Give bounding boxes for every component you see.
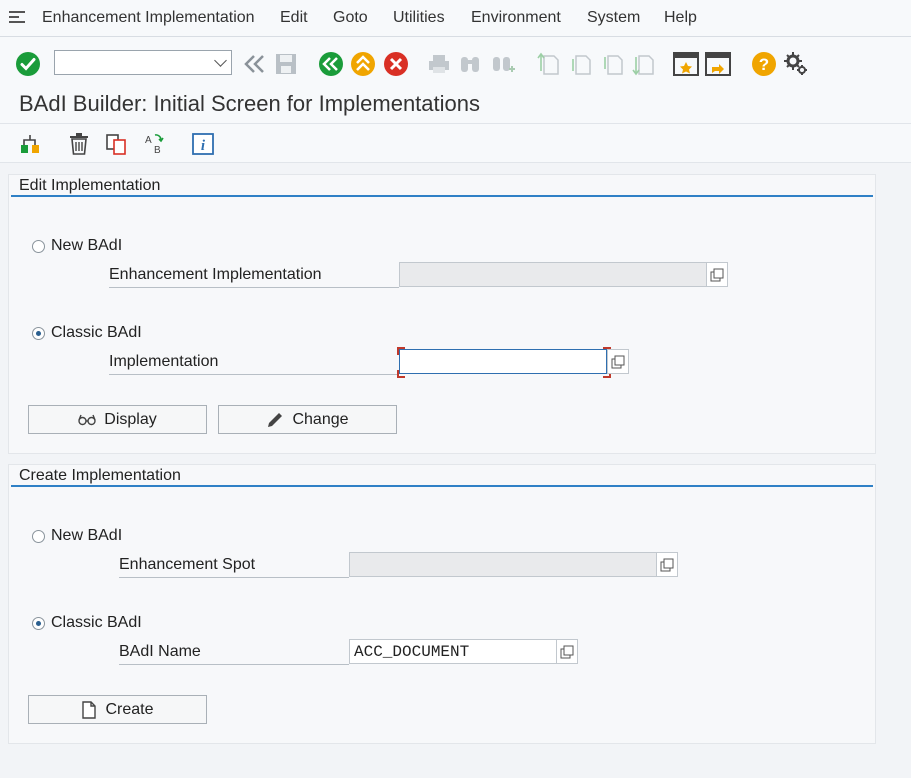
edit-new-badi-label: New BAdI [51, 237, 123, 254]
enhancement-implementation-field[interactable] [399, 262, 707, 287]
enhancement-spot-label: Enhancement Spot [119, 556, 349, 578]
create-new-badi-label: New BAdI [51, 527, 123, 544]
section-divider [11, 195, 873, 197]
focus-corner [397, 347, 405, 355]
radio-circle-selected[interactable] [32, 616, 45, 630]
pencil-icon [268, 412, 283, 427]
section-divider [11, 485, 873, 487]
command-field[interactable] [54, 50, 232, 75]
badi-name-field[interactable] [349, 639, 557, 664]
menu-goto[interactable]: Goto [333, 9, 368, 27]
edit-classic-badi-label: Classic BAdI [51, 324, 142, 341]
copy-icon[interactable] [104, 132, 130, 156]
change-button-label: Change [292, 410, 349, 428]
standard-toolbar: ? [0, 37, 911, 87]
enter-icon[interactable] [14, 50, 42, 78]
svg-text:?: ? [759, 55, 769, 74]
chevron-down-icon[interactable] [214, 54, 227, 67]
radio-circle[interactable] [32, 529, 45, 543]
display-button-label: Display [104, 410, 157, 428]
create-classic-badi-label: Classic BAdI [51, 614, 142, 631]
rename-icon[interactable]: AB [142, 132, 168, 156]
find-next-icon[interactable] [489, 50, 517, 78]
radio-circle[interactable] [32, 239, 45, 253]
shortcut-icon[interactable] [704, 50, 732, 78]
title-bar: BAdI Builder: Initial Screen for Impleme… [0, 87, 911, 124]
back-double-icon[interactable] [241, 50, 269, 78]
create-section-header: Create Implementation [19, 467, 181, 484]
new-document-icon [82, 700, 97, 719]
find-icon[interactable] [456, 50, 484, 78]
enhancement-implementation-label: Enhancement Implementation [109, 266, 399, 288]
focus-corner [397, 370, 405, 378]
page-title: BAdI Builder: Initial Screen for Impleme… [19, 91, 481, 116]
previous-page-icon[interactable] [566, 50, 594, 78]
change-button[interactable]: Change [218, 405, 397, 434]
menu-bar: Enhancement Implementation Edit Goto Uti… [0, 0, 911, 37]
svg-text:A: A [145, 135, 152, 146]
badi-name-label: BAdI Name [119, 643, 349, 665]
value-help-icon[interactable] [656, 552, 678, 577]
menu-enhancement-implementation[interactable]: Enhancement Implementation [42, 9, 255, 27]
next-page-icon[interactable] [598, 50, 626, 78]
implementation-label: Implementation [109, 353, 399, 375]
svg-text:B: B [154, 145, 161, 156]
help-icon[interactable]: ? [750, 50, 778, 78]
back-icon[interactable] [317, 50, 345, 78]
last-page-icon[interactable] [629, 50, 657, 78]
create-implementation-panel: Create Implementation New BAdI Enhanceme… [8, 464, 876, 744]
first-page-icon[interactable] [534, 50, 562, 78]
menu-utilities[interactable]: Utilities [393, 9, 445, 27]
info-icon[interactable]: i [190, 132, 216, 156]
menu-help[interactable]: Help [664, 9, 697, 27]
implementation-field[interactable] [399, 349, 607, 374]
application-toolbar: AB i [0, 124, 911, 163]
create-new-badi-radio[interactable]: New BAdI [32, 527, 122, 545]
glasses-icon [78, 414, 96, 425]
value-help-icon[interactable] [556, 639, 578, 664]
exit-icon[interactable] [349, 50, 377, 78]
create-classic-badi-radio[interactable]: Classic BAdI [32, 614, 142, 632]
menu-edit[interactable]: Edit [280, 9, 308, 27]
hierarchy-icon[interactable] [18, 132, 44, 156]
save-icon[interactable] [272, 50, 300, 78]
create-button-label: Create [105, 700, 154, 718]
system-menu-icon[interactable] [8, 9, 26, 25]
edit-implementation-panel: Edit Implementation New BAdI Enhancement… [8, 174, 876, 454]
customize-layout-icon[interactable] [782, 50, 810, 78]
display-button[interactable]: Display [28, 405, 207, 434]
menu-environment[interactable]: Environment [471, 9, 561, 27]
value-help-icon[interactable] [607, 349, 629, 374]
create-button[interactable]: Create [28, 695, 207, 724]
print-icon[interactable] [425, 50, 453, 78]
menu-system[interactable]: System [587, 9, 640, 27]
cancel-icon[interactable] [382, 50, 410, 78]
radio-circle-selected[interactable] [32, 326, 45, 340]
value-help-icon[interactable] [706, 262, 728, 287]
edit-classic-badi-radio[interactable]: Classic BAdI [32, 324, 142, 342]
edit-section-header: Edit Implementation [19, 177, 161, 194]
enhancement-spot-field[interactable] [349, 552, 657, 577]
edit-new-badi-radio[interactable]: New BAdI [32, 237, 122, 255]
new-session-icon[interactable] [672, 50, 700, 78]
delete-icon[interactable] [66, 132, 92, 156]
